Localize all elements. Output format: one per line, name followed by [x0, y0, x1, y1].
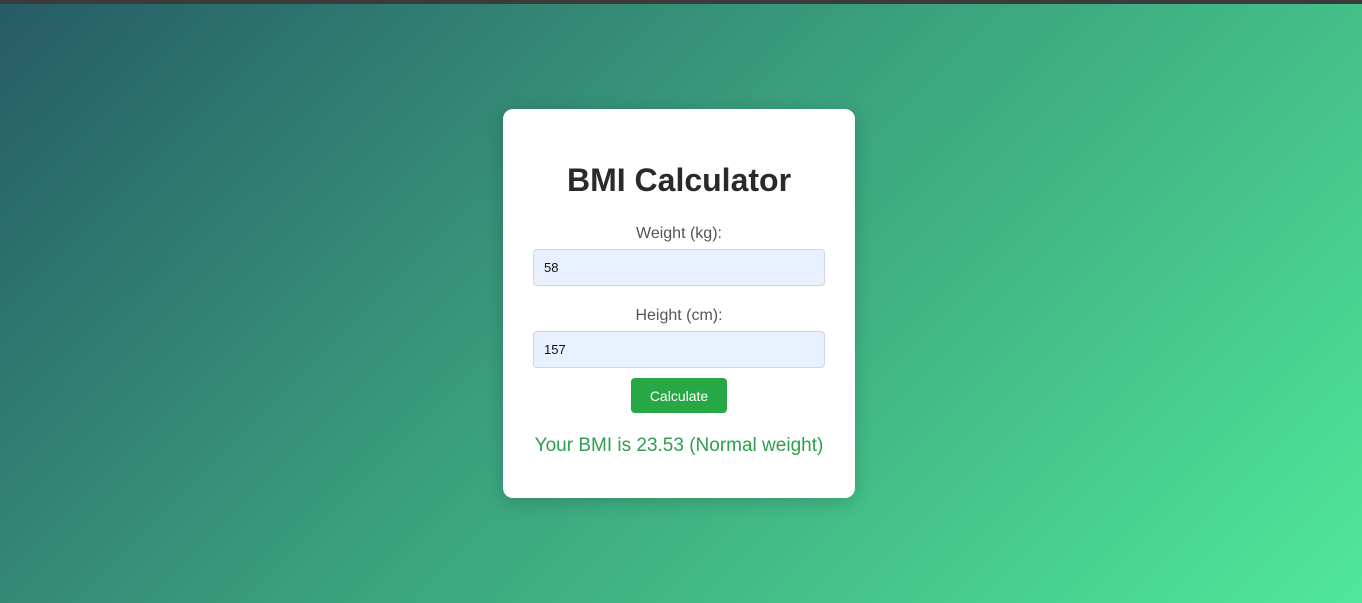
window-top-border [0, 0, 1362, 4]
bmi-calculator-card: BMI Calculator Weight (kg): Height (cm):… [503, 109, 855, 498]
weight-label: Weight (kg): [636, 225, 722, 242]
bmi-result: Your BMI is 23.53 (Normal weight) [534, 435, 824, 456]
height-input[interactable] [533, 331, 825, 368]
calculate-button[interactable]: Calculate [631, 378, 727, 413]
page-title: BMI Calculator [566, 162, 792, 198]
height-label: Height (cm): [635, 307, 723, 324]
weight-input[interactable] [533, 249, 825, 286]
